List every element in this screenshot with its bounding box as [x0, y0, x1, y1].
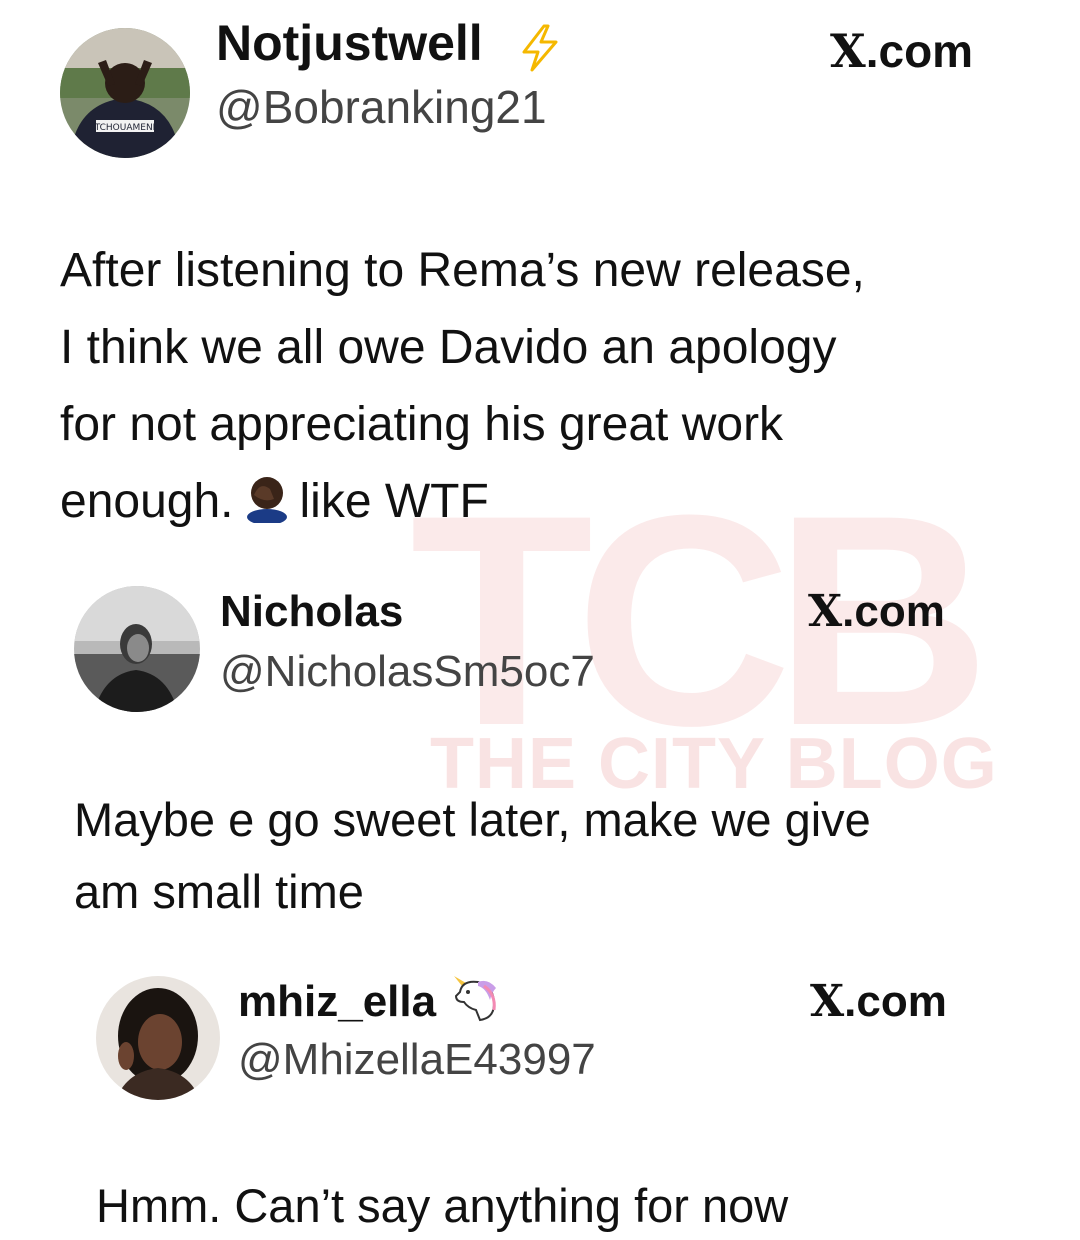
avatar-image	[74, 586, 200, 712]
x-logo-icon: X	[810, 976, 845, 1027]
author-name[interactable]: mhiz_ella	[238, 980, 436, 1024]
author-handle[interactable]: @NicholasSm5oc7	[220, 650, 595, 694]
post-text-line: Maybe e go sweet later, make we give	[74, 793, 871, 846]
post-text-line: for not appreciating his great work	[60, 398, 784, 451]
post-body: After listening to Rema’s new release, I…	[60, 232, 865, 546]
avatar[interactable]	[74, 586, 200, 712]
post-body: Maybe e go sweet later, make we give am …	[74, 784, 871, 928]
author-name[interactable]: Nicholas	[220, 590, 403, 634]
avatar-jersey-text: TCHOUAMENI	[94, 123, 156, 133]
post-text-line: enough. like WTF	[60, 463, 865, 546]
avatar-image	[96, 976, 220, 1100]
unicorn-icon	[448, 974, 502, 1024]
post-text-line: I think we all owe Davido an apology	[60, 321, 837, 374]
x-logo-icon: X	[830, 24, 866, 78]
lightning-icon	[518, 24, 562, 72]
avatar[interactable]: TCHOUAMENI	[60, 28, 190, 158]
source-label: X.com	[808, 586, 945, 637]
x-logo-icon: X	[808, 586, 843, 637]
post-body: Hmm. Can’t say anything for now	[96, 1176, 788, 1236]
source-label: X.com	[810, 976, 947, 1027]
post-text-line: Hmm. Can’t say anything for now	[96, 1179, 789, 1232]
author-handle[interactable]: @MhizellaE43997	[238, 1038, 596, 1082]
author-name[interactable]: Notjustwell	[216, 18, 483, 68]
post-text-line: am small time	[74, 865, 364, 918]
post-text-line: After listening to Rema’s new release,	[60, 244, 865, 297]
avatar-image: TCHOUAMENI	[60, 28, 190, 158]
source-label: X.com	[830, 24, 974, 78]
author-handle[interactable]: @Bobranking21	[216, 84, 547, 130]
avatar[interactable]	[96, 976, 220, 1100]
facepalm-icon	[240, 469, 294, 546]
